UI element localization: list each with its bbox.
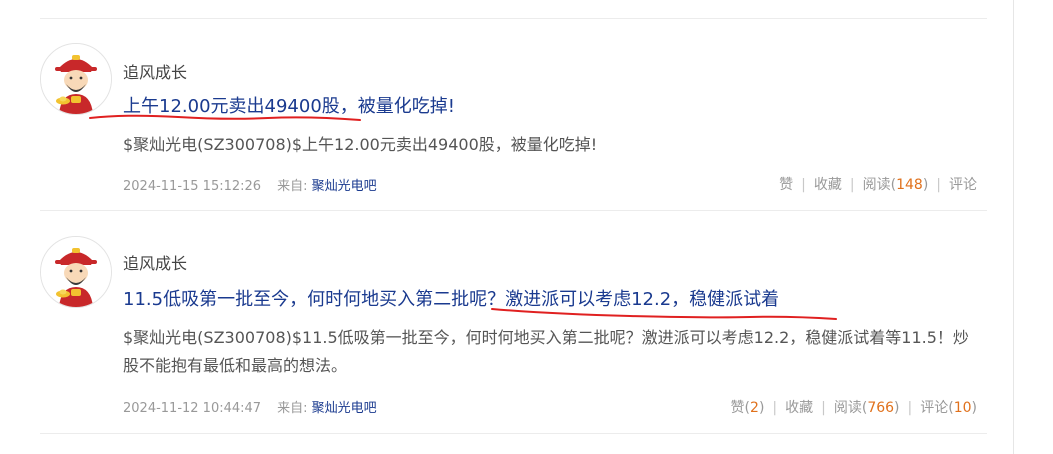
post-body: $聚灿光电(SZ300708)$上午12.00元卖出49400股，被量化吃掉! [123, 135, 598, 154]
caishen-avatar-icon [41, 44, 111, 114]
separator: | [849, 177, 855, 193]
like-label: 赞 [730, 400, 745, 416]
read-count-value: 766 [867, 400, 895, 416]
comment-label: 评论 [949, 177, 977, 193]
comment-button[interactable]: 评论(10) [920, 400, 977, 416]
post-title[interactable]: 11.5低吸第一批至今，何时何地买入第二批呢？激进派可以考虑12.2，稳健派试着 [123, 285, 779, 311]
post-title[interactable]: 上午12.00元卖出49400股，被量化吃掉! [123, 92, 455, 118]
post-list: 追风成长 上午12.00元卖出49400股，被量化吃掉! $聚灿光电(SZ300… [0, 0, 1013, 454]
separator: | [907, 400, 913, 416]
post-timestamp: 2024-11-12 10:44:47 [123, 401, 262, 416]
page-border [1013, 0, 1014, 454]
divider [40, 433, 987, 434]
like-button[interactable]: 赞 [779, 177, 793, 193]
separator: | [936, 177, 941, 193]
author-name[interactable]: 追风成长 [123, 59, 187, 83]
comment-button[interactable]: 评论 [949, 177, 977, 193]
author-avatar[interactable] [40, 43, 112, 115]
read-count[interactable]: 阅读(148) [863, 177, 929, 193]
divider [40, 18, 987, 19]
divider [40, 210, 987, 211]
comment-count-value: 10 [953, 400, 972, 416]
read-count-value: 148 [896, 177, 923, 193]
separator: | [801, 177, 806, 193]
like-button[interactable]: 赞(2) [731, 400, 765, 416]
read-count[interactable]: 阅读(766) [834, 400, 900, 416]
post-meta: 2024-11-12 10:44:47 来自: 聚灿光电吧 [123, 397, 377, 416]
forum-link[interactable]: 聚灿光电吧 [312, 401, 377, 416]
from-label: 来自: [277, 179, 308, 194]
post-actions: 赞 | 收藏 | 阅读(148) | 评论 [779, 174, 977, 194]
post-timestamp: 2024-11-15 15:12:26 [123, 179, 262, 194]
caishen-avatar-icon [41, 237, 111, 307]
comment-label: 评论 [920, 400, 949, 416]
collect-button[interactable]: 收藏 [814, 177, 842, 193]
like-count-value: 2 [750, 400, 759, 416]
read-label: 阅读 [833, 400, 862, 416]
collect-button[interactable]: 收藏 [785, 400, 813, 416]
author-avatar[interactable] [40, 236, 112, 308]
from-label: 来自: [277, 401, 308, 416]
author-name[interactable]: 追风成长 [123, 250, 187, 274]
read-label: 阅读 [862, 177, 891, 193]
post-actions: 赞(2) | 收藏 | 阅读(766) | 评论(10) [731, 397, 977, 417]
forum-link[interactable]: 聚灿光电吧 [312, 179, 377, 194]
like-label: 赞 [779, 177, 794, 193]
post-body: $聚灿光电(SZ300708)$11.5低吸第一批至今，何时何地买入第二批呢？激… [123, 328, 969, 375]
separator: | [821, 400, 826, 416]
separator: | [772, 400, 778, 416]
post-meta: 2024-11-15 15:12:26 来自: 聚灿光电吧 [123, 175, 377, 194]
